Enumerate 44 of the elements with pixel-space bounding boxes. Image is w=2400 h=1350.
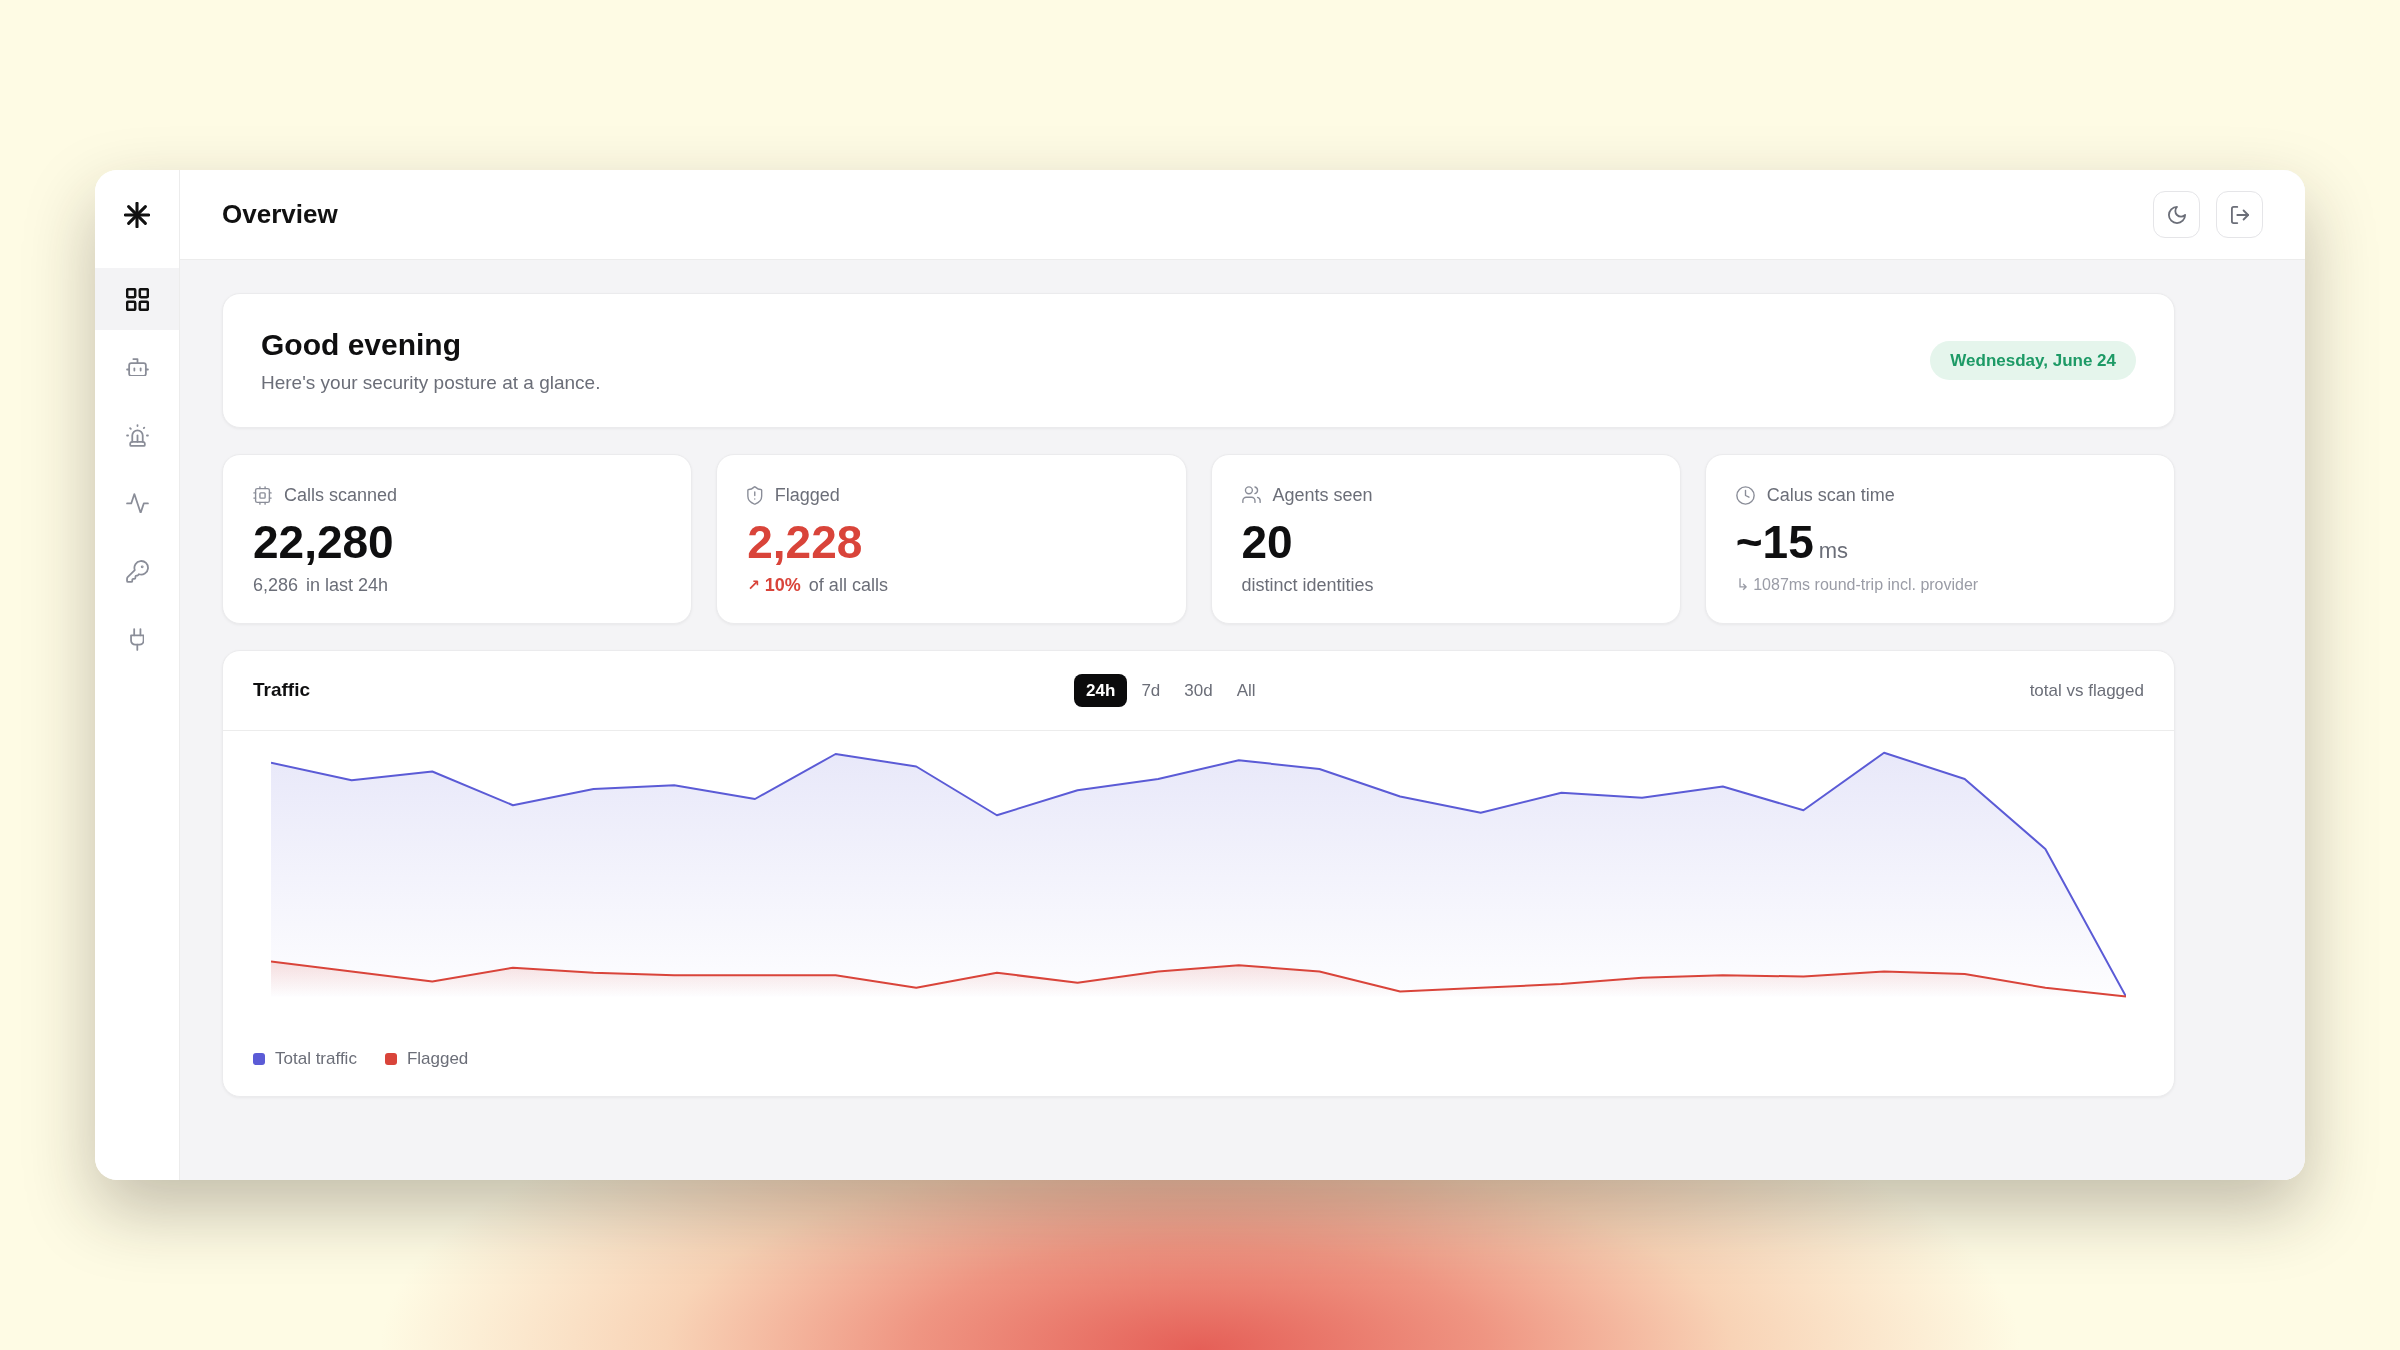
robot-icon — [125, 357, 149, 377]
stat-delta: 10% — [764, 573, 801, 597]
stat-note: of all calls — [808, 573, 888, 597]
stat-value: 22,280 — [253, 519, 394, 565]
theme-toggle-button[interactable] — [2153, 191, 2200, 238]
siren-icon — [125, 423, 149, 447]
trend-arrow: ↗ — [747, 574, 760, 596]
pulse-icon — [125, 492, 149, 514]
chart-caption: total vs flagged — [2029, 679, 2144, 702]
chip-icon — [253, 485, 272, 505]
clock-icon — [1735, 485, 1755, 505]
range-tab[interactable]: 7d — [1131, 674, 1171, 707]
stat-label: Calus scan time — [1766, 483, 1895, 507]
stat-delta: 6,286 — [253, 573, 299, 597]
stat-note: ↳ 1087ms round-trip incl. provider — [1735, 575, 1979, 595]
sidebar-item[interactable] — [95, 268, 179, 330]
key-icon — [125, 559, 149, 583]
range-tab[interactable]: 24h — [1074, 674, 1128, 707]
stat-note: in last 24h — [306, 573, 389, 597]
page-title: Overview — [222, 198, 338, 231]
stat-unit: ms — [1818, 540, 1849, 562]
date-badge: Wednesday, June 24 — [1930, 341, 2136, 380]
stat-value: ~15 — [1735, 519, 1814, 565]
logout-icon — [2230, 205, 2249, 224]
stat-label: Flagged — [774, 483, 840, 507]
traffic-title: Traffic — [253, 678, 311, 703]
greeting-subtitle: Here's your security posture at a glance. — [261, 370, 601, 395]
stat-label: Calls scanned — [284, 483, 398, 507]
users-icon — [1241, 486, 1261, 504]
greeting-title: Good evening — [261, 326, 462, 363]
asterisk-logo-icon — [124, 202, 150, 228]
legend-label: Flagged — [406, 1048, 469, 1070]
shield-alert-icon — [747, 485, 763, 505]
range-tab[interactable]: All — [1226, 674, 1266, 707]
stat-label: Agents seen — [1272, 483, 1373, 507]
grid-icon — [125, 287, 149, 311]
stat-note: distinct identities — [1241, 573, 1374, 597]
stat-value: 20 — [1241, 519, 1293, 565]
range-tab[interactable]: 30d — [1174, 674, 1223, 707]
plug-icon — [129, 627, 145, 651]
moon-icon — [2167, 205, 2186, 224]
stat-value: 2,228 — [747, 519, 863, 565]
legend-label: Total traffic — [275, 1048, 357, 1070]
logout-button[interactable] — [2216, 191, 2263, 238]
